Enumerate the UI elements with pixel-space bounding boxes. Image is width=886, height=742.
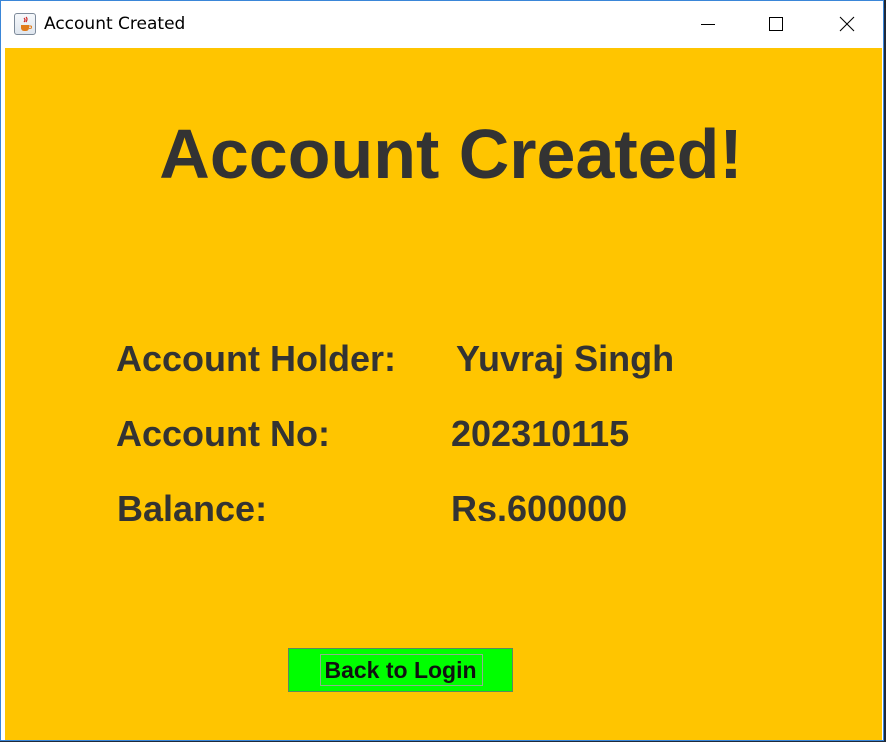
minimize-button[interactable]: [673, 1, 743, 47]
account-holder-label: Account Holder:: [116, 338, 397, 379]
close-icon: [839, 16, 855, 32]
balance-value: Rs.600000: [451, 488, 628, 529]
account-number-label: Account No:: [116, 413, 330, 454]
back-to-login-button[interactable]: Back to Login: [288, 648, 513, 692]
account-number-value: 202310115: [451, 413, 630, 454]
java-cup-icon[interactable]: [14, 13, 36, 35]
app-window: Account Created Account Created! Account…: [0, 0, 884, 741]
maximize-icon: [769, 17, 783, 31]
back-to-login-label: Back to Login: [324, 657, 477, 683]
balance-label: Balance:: [117, 488, 268, 529]
minimize-icon: [701, 24, 715, 25]
maximize-button[interactable]: [741, 1, 811, 47]
account-holder-value: Yuvraj Singh: [456, 338, 675, 379]
window-title: Account Created: [44, 14, 186, 34]
content-panel: Account Created! Account Holder: Yuvraj …: [5, 48, 882, 740]
close-button[interactable]: [812, 1, 882, 47]
title-bar[interactable]: Account Created: [1, 1, 883, 47]
page-heading: Account Created!: [159, 115, 743, 193]
